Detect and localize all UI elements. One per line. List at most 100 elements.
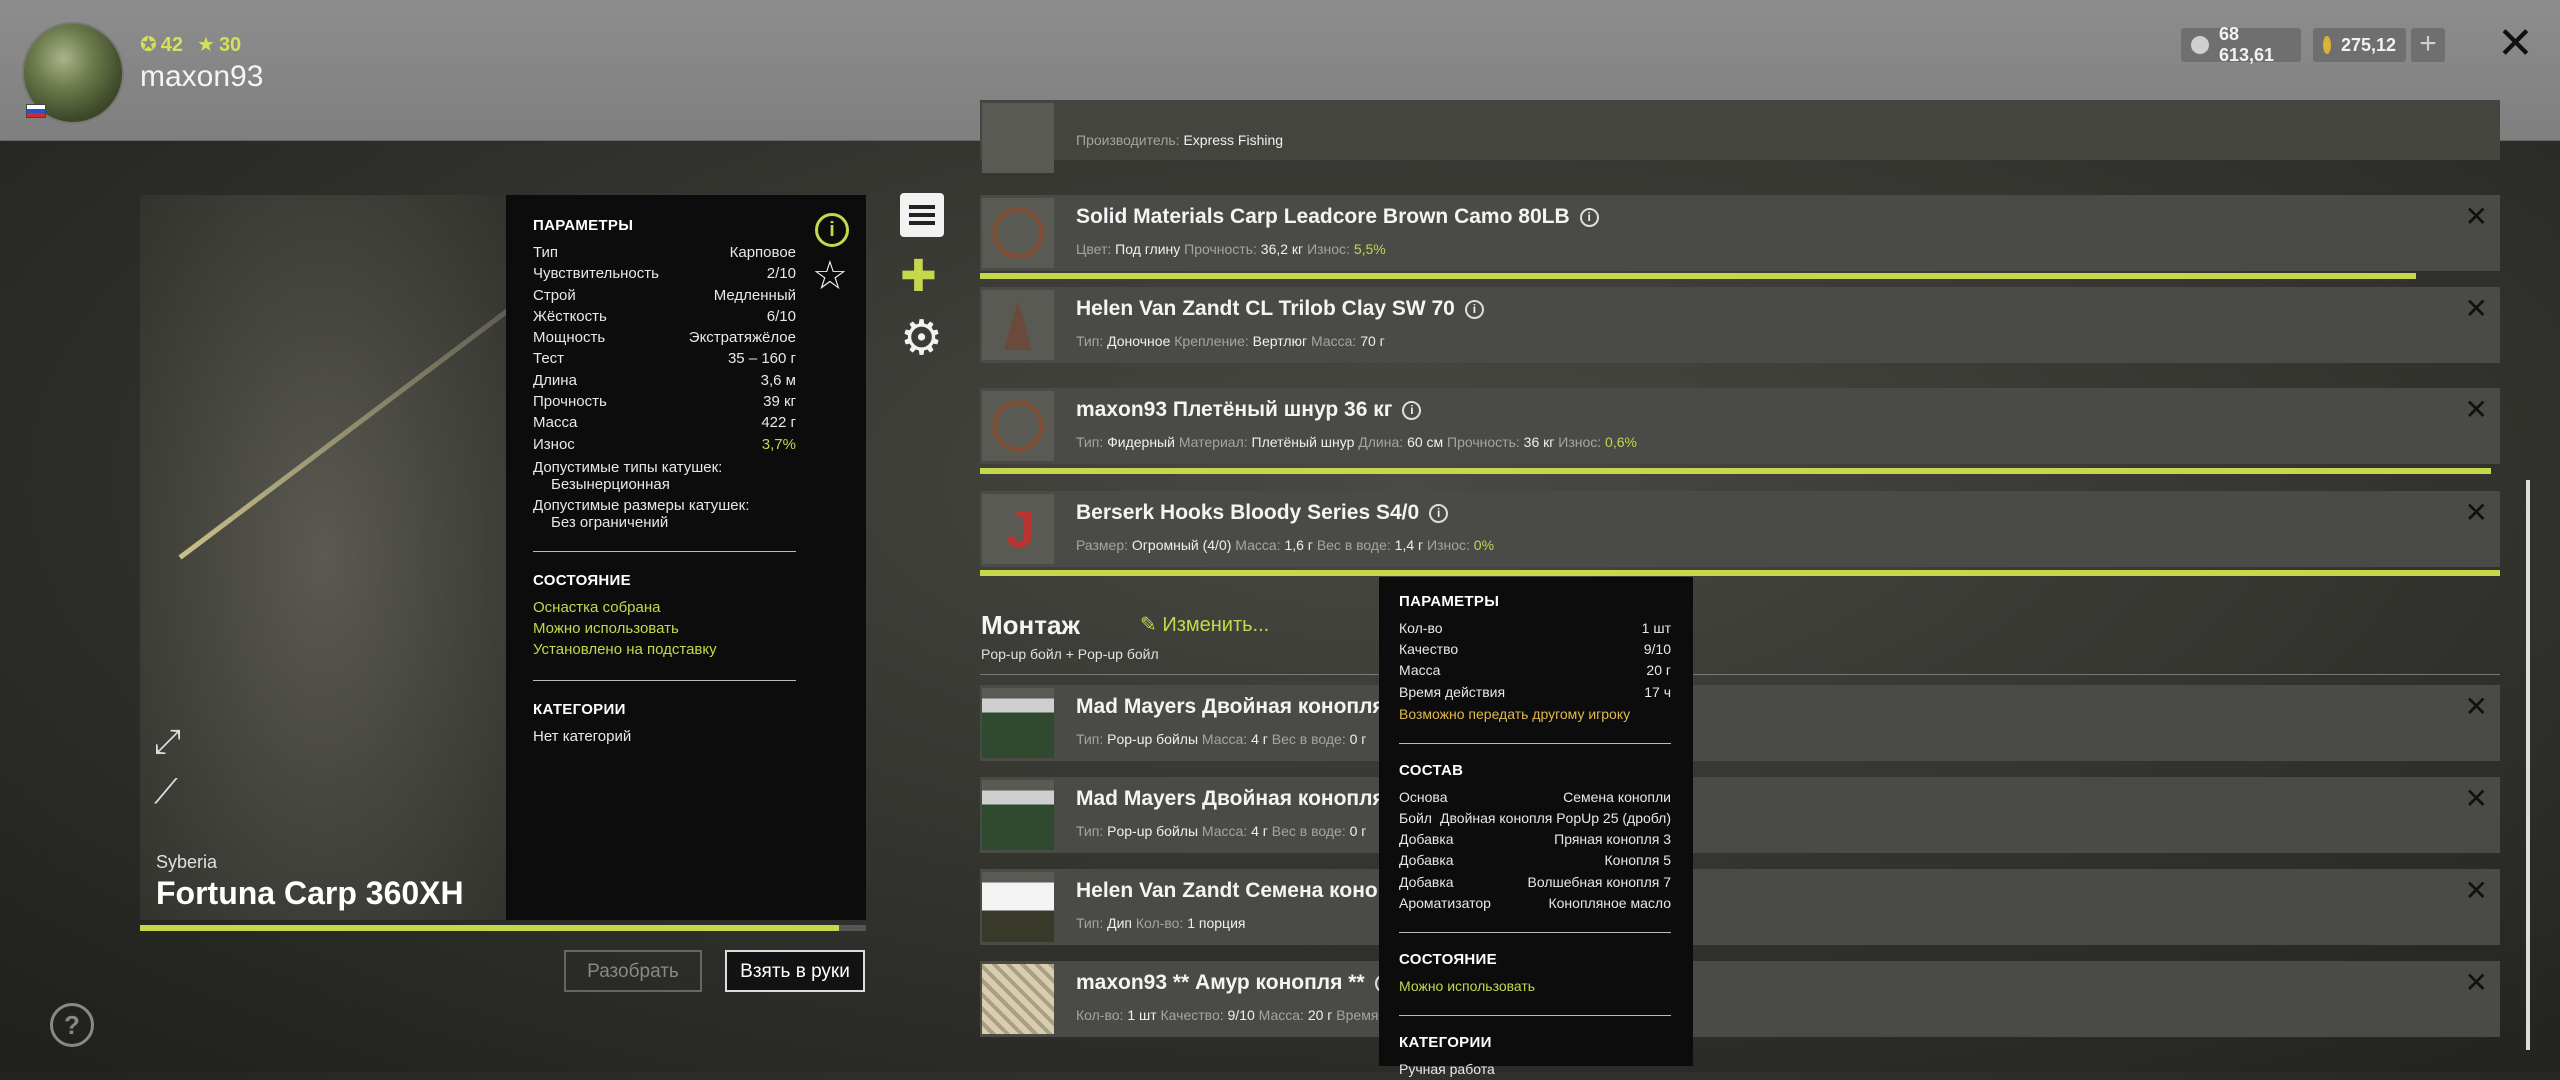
detail-label: Длина: (1358, 434, 1404, 450)
list-item[interactable]: Solid Materials Carp Leadcore Brown Camo… (980, 195, 2500, 271)
bait-details: Тип: Дип Кол-во: 1 порция (1076, 915, 1245, 931)
detail-label: Масса: (1235, 537, 1281, 553)
param-value: 20 г (1646, 662, 1671, 679)
detail-label: Производитель: (1076, 132, 1180, 148)
puzzle-icon[interactable]: ✚ (900, 255, 944, 299)
rod-brand: Syberia (156, 852, 218, 872)
detail-label: Цвет: (1076, 241, 1112, 257)
state-line: Установлено на подставку (533, 640, 717, 658)
detail-label: Износ: (1307, 241, 1350, 257)
bait-item[interactable]: maxon93 ** Амур конопля **iКол-во: 1 шт … (980, 961, 2500, 1037)
detail-label: Масса: (1258, 1007, 1304, 1023)
remove-item-icon[interactable]: ✕ (2465, 295, 2488, 323)
bait-name: Mad Mayers Двойная конопля (1076, 787, 1385, 810)
bait-item[interactable]: Helen Van Zandt Семена коноплиiТип: Дип … (980, 869, 2500, 945)
rank-star-icon: ★ (197, 34, 215, 56)
item-thumbnail (982, 198, 1054, 268)
param-value: Конопля 5 (1604, 852, 1671, 869)
expand-icon[interactable]: ⤢ (154, 723, 181, 762)
detail-value: 1 порция (1187, 915, 1246, 931)
detail-label: Вес в воде: (1316, 537, 1391, 553)
item-title: Solid Materials Carp Leadcore Brown Camo… (1076, 205, 1599, 229)
scrollbar[interactable] (2526, 480, 2530, 1050)
params-title: ПАРАМЕТРЫ (533, 217, 634, 234)
list-item[interactable]: Производитель: Express Fishing (980, 100, 2500, 173)
param-value: 3,7% (761, 435, 796, 453)
rod-params-panel: ПАРАМЕТРЫ Тип Карповое Чувствительность 2/1… (506, 195, 866, 920)
categories-title: КАТЕГОРИИ (533, 700, 626, 718)
detail-label: Износ: (1427, 537, 1470, 553)
wear-bar (980, 273, 2416, 279)
item-name: Solid Materials Carp Leadcore Brown Camo… (1076, 205, 1570, 228)
param-value: Экстратяжёлое (688, 329, 796, 347)
detail-value: Вертлюг (1252, 333, 1308, 349)
item-details: Цвет: Под глину Прочность: 36,2 кг Износ… (1076, 241, 1386, 257)
repair-tool-icon[interactable]: ⟋ (154, 773, 178, 812)
remove-bait-icon[interactable]: ✕ (2465, 877, 2488, 905)
list-item[interactable]: maxon93 Плетёный шнур 36 кг i Тип: Фидерны… (980, 388, 2500, 464)
param-row: Чувствительность 2/10 (533, 263, 796, 284)
param-label: Масса (533, 414, 578, 432)
state-line: Можно использовать (533, 619, 679, 637)
bait-thumbnail (982, 688, 1054, 758)
detail-value: 70 г (1360, 333, 1385, 349)
detail-label: Масса: (1311, 333, 1357, 349)
bait-name: Helen Van Zandt Семена конопли (1076, 879, 1417, 902)
disassemble-button[interactable]: Разобрать (564, 950, 702, 992)
param-row: Бойл Двойная конопля PopUp 25 (дробл) (1399, 808, 1671, 829)
remove-item-icon[interactable]: ✕ (2465, 396, 2488, 424)
info-icon[interactable]: i (1429, 504, 1449, 523)
edit-montage-button[interactable]: ✎ Изменить... (1140, 612, 1269, 637)
reel-types: Допустимые типы катушек: Безынерционная (533, 458, 723, 493)
detail-value: 0 г (1349, 731, 1367, 747)
bait-item[interactable]: Mad Mayers Двойная конопляi Тип: Pop-up б… (980, 685, 2500, 761)
bait-item[interactable]: Mad Mayers Двойная конопляi Тип: Pop-up б… (980, 777, 2500, 853)
info-icon[interactable]: i (1579, 208, 1599, 227)
remove-bait-icon[interactable]: ✕ (2465, 785, 2488, 813)
state-title: СОСТОЯНИЕ (533, 571, 631, 589)
param-row: Тест 35 – 160 г (533, 348, 796, 369)
silver-coin-icon (2191, 36, 2209, 54)
param-label: Основа (1399, 788, 1448, 805)
detail-value: 5,5% (1353, 241, 1386, 257)
info-icon[interactable]: i (815, 213, 849, 247)
remove-bait-icon[interactable]: ✕ (2465, 693, 2488, 721)
detail-label: Тип: (1076, 434, 1104, 450)
detail-label: Износ: (1558, 434, 1602, 450)
param-row: Добавка Пряная конопля 3 (1399, 829, 1671, 850)
detail-value: Дип (1107, 915, 1133, 931)
document-icon[interactable] (900, 193, 944, 237)
close-icon[interactable]: ✕ (2497, 22, 2534, 66)
param-row: Масса 20 г (1399, 660, 1671, 681)
list-item[interactable]: Berserk Hooks Bloody Series S4/0 i Размер:… (980, 491, 2500, 567)
remove-item-icon[interactable]: ✕ (2465, 499, 2488, 527)
gear-icon[interactable]: ⚙ (900, 315, 944, 363)
bait-thumbnail (982, 780, 1054, 850)
detail-label: Кол-во: (1135, 915, 1184, 931)
detail-value: 4 г (1251, 731, 1268, 747)
remove-bait-icon[interactable]: ✕ (2465, 969, 2488, 997)
detail-label: Прочность: (1447, 434, 1520, 450)
info-icon[interactable]: i (1464, 300, 1484, 319)
favorite-star-icon[interactable]: ☆ (812, 253, 848, 299)
take-in-hands-button[interactable]: Взять в руки (725, 950, 865, 992)
param-label: Износ (533, 435, 575, 453)
username: maxon93 (140, 60, 264, 93)
detail-value: Фидерный (1107, 434, 1175, 450)
param-label: Тест (533, 350, 565, 368)
param-value: Карповое (729, 244, 796, 261)
detail-label: Масса: (1201, 731, 1248, 747)
divider (1399, 742, 1671, 744)
item-title: Berserk Hooks Bloody Series S4/0 i (1076, 501, 1449, 525)
divider (1399, 931, 1671, 933)
help-icon[interactable]: ? (50, 1003, 94, 1047)
info-icon[interactable]: i (1402, 401, 1422, 420)
detail-value: 4 г (1251, 823, 1268, 839)
list-item[interactable]: Helen Van Zandt CL Trilob Clay SW 70 i Тип… (980, 287, 2500, 363)
add-currency-button[interactable]: + (2411, 28, 2445, 62)
item-thumbnail (982, 103, 1054, 173)
param-value: Конопляное масло (1548, 894, 1671, 911)
remove-item-icon[interactable]: ✕ (2465, 203, 2488, 231)
state-line: Оснастка собрана (533, 598, 661, 616)
detail-value: Pop-up бойлы (1107, 731, 1199, 747)
